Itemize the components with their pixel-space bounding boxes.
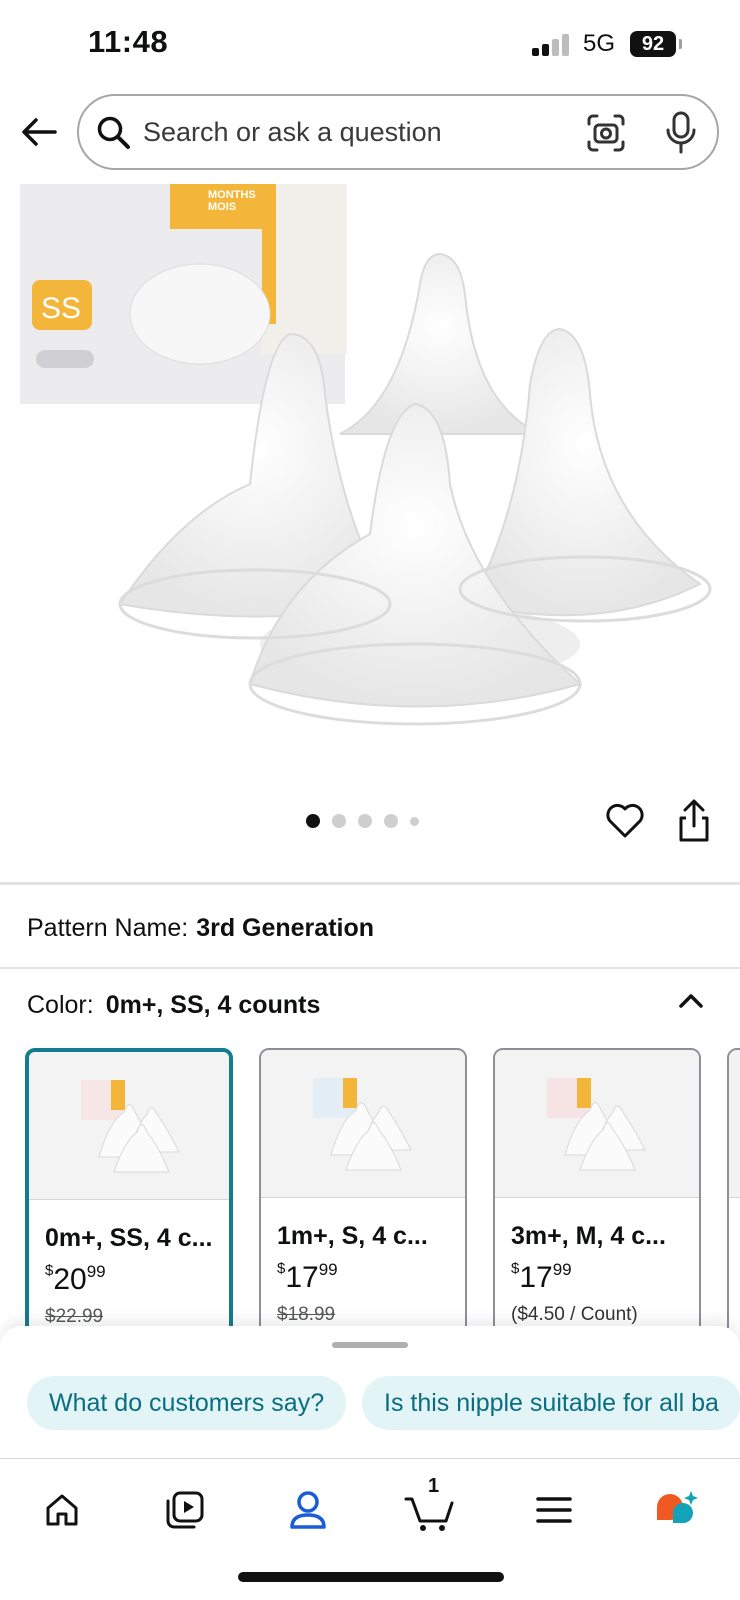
home-icon [46,1494,78,1526]
camera-lens-icon[interactable] [585,112,627,154]
variant-name: 0m+, SS, 4 c... [45,1224,213,1252]
carousel-dot[interactable] [358,814,372,828]
status-bar: 11:48 5G 92 [0,0,740,88]
carousel-dots[interactable] [306,814,419,828]
rufus-assistant-icon [657,1491,698,1523]
video-icon [166,1491,204,1529]
suggestions-sheet: What do customers say? Is this nipple su… [0,1326,740,1458]
section-divider [0,967,740,969]
carousel-dot[interactable] [410,816,419,826]
color-row[interactable]: Color: 0m+, SS, 4 counts [27,991,320,1020]
product-image[interactable]: MONTHS MOIS SS [0,184,740,784]
variant-price: $1799 [277,1260,338,1294]
microphone-icon[interactable] [663,110,699,156]
nav-video[interactable] [159,1485,211,1535]
share-icon[interactable] [676,798,712,844]
color-value: 0m+, SS, 4 counts [105,991,321,1019]
variant-thumbnail [29,1052,229,1200]
search-bar[interactable] [77,94,719,170]
cart-count-badge: 1 [428,1475,440,1497]
pattern-label: Pattern Name: [27,914,189,942]
network-label: 5G [583,30,616,57]
nav-home[interactable] [36,1485,88,1535]
suggestion-chip[interactable]: Is this nipple suitable for all ba [362,1376,740,1430]
variant-name: 1m+, S, 4 c... [277,1222,428,1250]
variant-card[interactable]: 3m+, M, 4 c... $1799 ($4.50 / Count) [493,1048,701,1328]
variant-list-price: $22.99 [45,1306,104,1327]
home-indicator [238,1572,504,1582]
search-icon [97,116,130,149]
sheet-grabber[interactable] [332,1342,408,1348]
nav-account[interactable] [282,1485,334,1535]
variant-name: 3m+, M, 4 c... [511,1222,666,1250]
nav-rufus[interactable] [650,1485,702,1535]
heart-icon[interactable] [604,800,646,842]
carousel-dot[interactable] [332,814,346,828]
section-divider [0,882,740,885]
box-months-text: MONTHS [208,189,256,201]
box-mois-text: MOIS [208,201,236,213]
variant-thumbnail [729,1050,740,1198]
variant-unit-price: ($4.50 / Count) [511,1304,638,1325]
variant-card[interactable]: 1m+, S, 4 c... $1799 $18.99 [259,1048,467,1328]
status-time: 11:48 [88,24,169,59]
product-photo: MONTHS MOIS SS [20,184,712,726]
box-size-text: SS [41,292,81,325]
signal-icon [532,34,572,56]
variant-card[interactable] [727,1048,740,1328]
variant-list-price: $18.99 [277,1304,336,1325]
pattern-value: 3rd Generation [196,914,375,942]
suggestion-chip[interactable]: What do customers say? [27,1376,347,1430]
carousel-dot[interactable] [384,814,398,828]
search-input[interactable] [143,110,563,154]
battery-icon: 92 [630,31,676,57]
color-variants-list: 0m+, SS, 4 c... $2099 $22.99 1m+, S, 4 c… [25,1048,740,1328]
pattern-name-row[interactable]: Pattern Name: 3rd Generation [27,914,374,943]
nav-menu[interactable] [528,1485,580,1535]
battery-nub [679,39,682,49]
variant-thumbnail [495,1050,699,1198]
variant-thumbnail [261,1050,465,1198]
arrow-left-icon [22,118,57,146]
person-icon [290,1491,326,1529]
menu-icon [536,1497,572,1523]
variant-price: $1799 [511,1260,572,1294]
carousel-dot[interactable] [306,814,320,828]
variant-card[interactable]: 0m+, SS, 4 c... $2099 $22.99 [25,1048,233,1328]
variant-price: $2099 [45,1262,106,1296]
color-label: Color: [27,991,94,1019]
back-button[interactable] [18,110,60,154]
chevron-up-icon[interactable] [676,986,706,1016]
